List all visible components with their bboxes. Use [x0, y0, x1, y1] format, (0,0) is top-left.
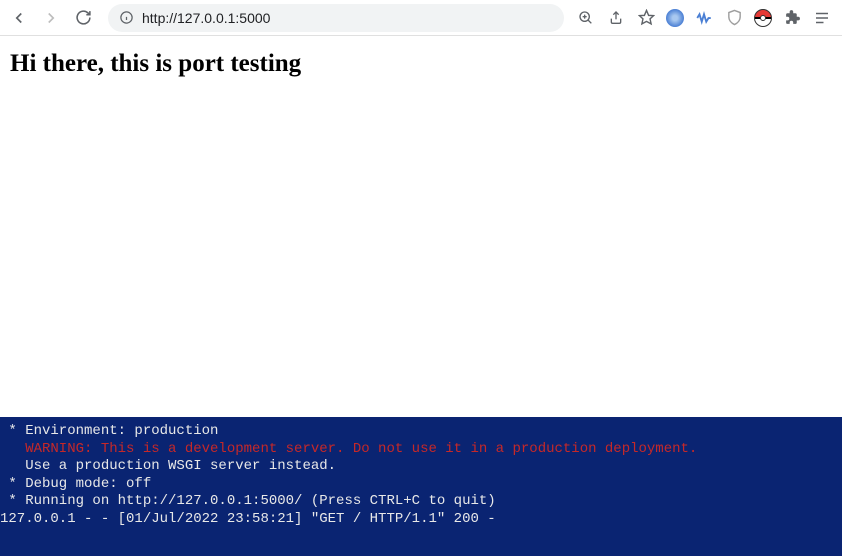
terminal-panel[interactable]: * Environment: production WARNING: This … [0, 417, 842, 556]
terminal-line: 127.0.0.1 - - [01/Jul/2022 23:58:21] "GE… [0, 511, 842, 529]
terminal-line: * Debug mode: off [0, 476, 842, 494]
site-info-icon[interactable] [118, 10, 134, 26]
browser-toolbar: http://127.0.0.1:5000 [0, 0, 842, 36]
extension-icon-2[interactable] [694, 8, 714, 28]
page-heading: Hi there, this is port testing [10, 50, 832, 78]
terminal-line: * Environment: production [0, 423, 842, 441]
url-text: http://127.0.0.1:5000 [142, 10, 270, 26]
extensions-icon[interactable] [782, 8, 802, 28]
terminal-line: * Running on http://127.0.0.1:5000/ (Pre… [0, 493, 842, 511]
address-bar[interactable]: http://127.0.0.1:5000 [108, 4, 564, 32]
extension-icon-3[interactable] [724, 8, 744, 28]
bookmark-star-icon[interactable] [636, 8, 656, 28]
share-icon[interactable] [606, 8, 626, 28]
extension-icon-4[interactable] [754, 9, 772, 27]
terminal-line: Use a production WSGI server instead. [0, 458, 842, 476]
zoom-icon[interactable] [576, 8, 596, 28]
reload-button[interactable] [70, 5, 96, 31]
page-viewport: Hi there, this is port testing [0, 36, 842, 92]
toolbar-actions [576, 8, 836, 28]
back-button[interactable] [6, 5, 32, 31]
forward-button[interactable] [38, 5, 64, 31]
terminal-line: WARNING: This is a development server. D… [0, 441, 842, 459]
extension-icon-1[interactable] [666, 9, 684, 27]
reading-list-icon[interactable] [812, 8, 832, 28]
